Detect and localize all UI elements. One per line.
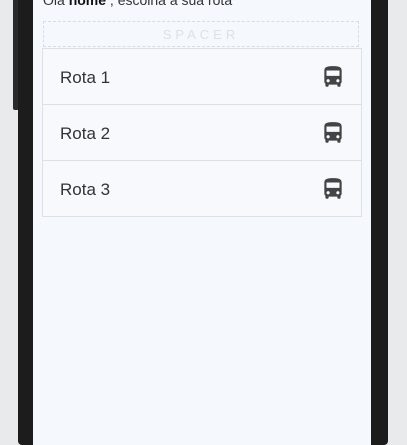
bus-icon: [324, 66, 342, 87]
route-label: Rota 2: [60, 124, 111, 143]
route-item-1[interactable]: Rota 1: [43, 49, 361, 105]
route-label: Rota 3: [60, 180, 111, 199]
bus-icon: [324, 178, 342, 199]
route-item-3[interactable]: Rota 3: [43, 161, 361, 217]
greeting-prefix: Olá: [43, 0, 69, 8]
greeting-text: Olá nome , escolha a sua rota: [43, 0, 232, 8]
bus-icon: [324, 122, 342, 143]
app-window: Olá nome , escolha a sua rota SPACER Rot…: [0, 0, 407, 445]
route-label: Rota 1: [60, 68, 111, 87]
greeting-suffix: , escolha a sua rota: [106, 0, 233, 8]
route-list: Rota 1 Rota 2 Rota 3: [42, 48, 362, 217]
route-item-2[interactable]: Rota 2: [43, 105, 361, 161]
user-name: nome: [68, 0, 107, 8]
spacer-placeholder: SPACER: [43, 21, 359, 47]
phone-screen: Olá nome , escolha a sua rota SPACER Rot…: [33, 0, 371, 445]
